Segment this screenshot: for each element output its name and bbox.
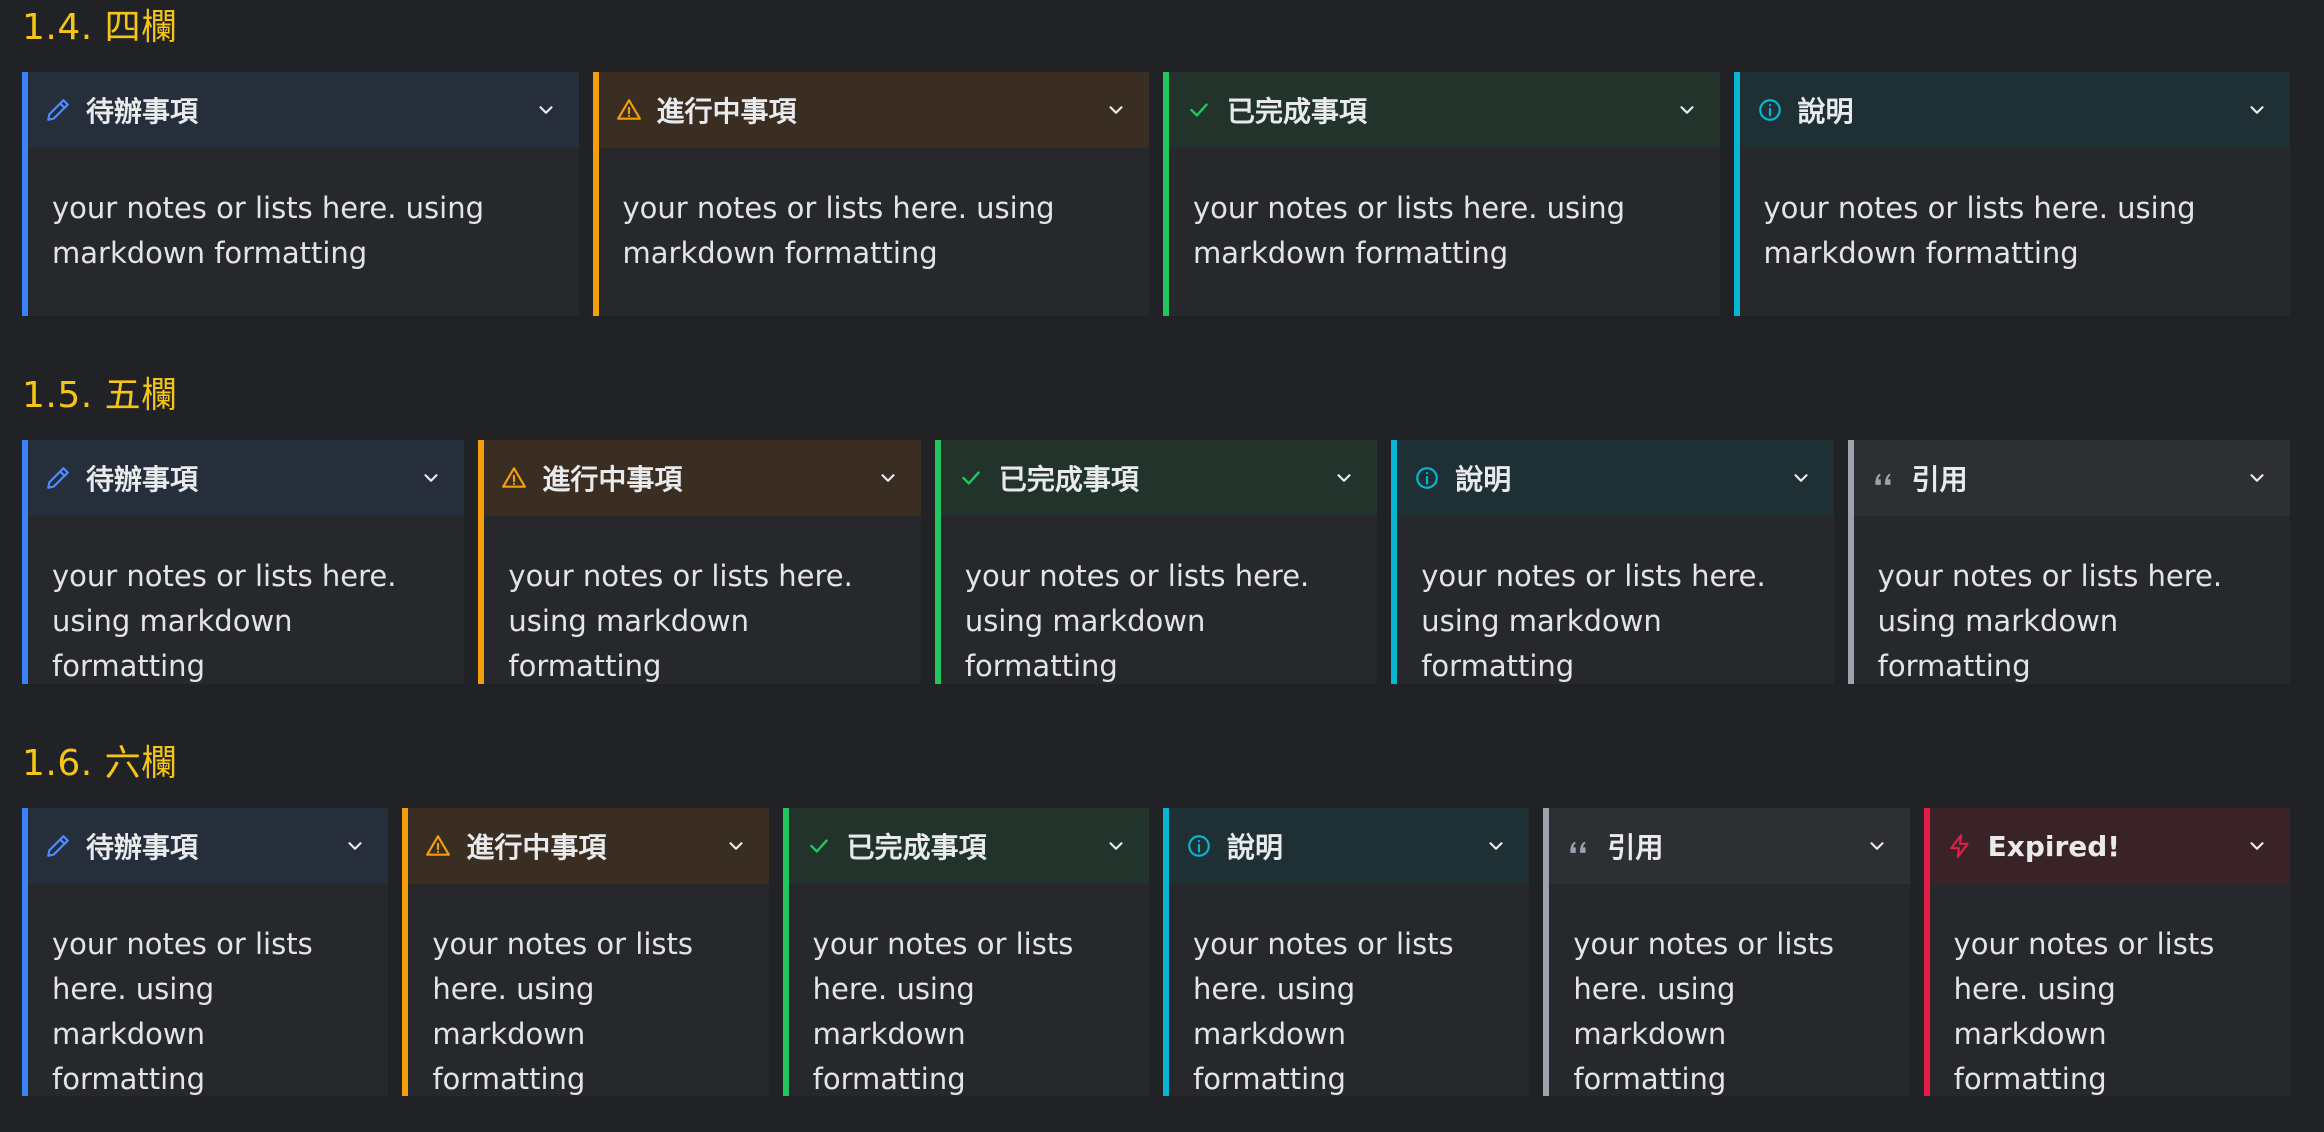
- callout-title: 引用: [1911, 463, 1968, 496]
- callout-title: 進行中事項: [542, 463, 683, 496]
- callout-header[interactable]: Expired!: [1929, 808, 2290, 884]
- chevron-down-icon[interactable]: [418, 465, 444, 491]
- callout-header[interactable]: 進行中事項: [598, 72, 1149, 148]
- warning-icon: [615, 96, 643, 124]
- callout-quote: 引用 your notes or lists here. using markd…: [1543, 808, 1910, 1096]
- info-icon: [1185, 832, 1213, 860]
- callout-body: your notes or lists here. using markdown…: [1421, 559, 1766, 683]
- callout-header[interactable]: 已完成事項: [1169, 72, 1720, 148]
- callout-body: your notes or lists here. using markdown…: [52, 927, 313, 1096]
- callout-header[interactable]: 說明: [1739, 72, 2290, 148]
- callout-header[interactable]: 引用: [1549, 808, 1910, 884]
- callout-todo: 待辦事項 your notes or lists here. using mar…: [22, 808, 389, 1096]
- callout-header[interactable]: 說明: [1168, 808, 1530, 884]
- callout-title: 引用: [1607, 831, 1664, 864]
- callout-header[interactable]: 待辦事項: [28, 72, 579, 148]
- callout-title: 已完成事項: [846, 831, 987, 864]
- chevron-down-icon[interactable]: [1103, 97, 1129, 123]
- callout-title: 說明: [1797, 95, 1854, 128]
- callout-body: your notes or lists here. using markdown…: [508, 559, 853, 683]
- callout-grid: 待辦事項 your notes or lists here. using mar…: [22, 72, 2290, 316]
- section-heading: 1.4. 四欄: [22, 7, 178, 48]
- callout-body: your notes or lists here. using markdown…: [52, 191, 485, 270]
- callout-header[interactable]: 待辦事項: [28, 440, 465, 516]
- callout-title: 待辦事項: [86, 95, 199, 128]
- callout-header[interactable]: 進行中事項: [484, 440, 921, 516]
- callout-title: 說明: [1455, 463, 1512, 496]
- callout-body: your notes or lists here. using markdown…: [1192, 927, 1454, 1096]
- callout-body: your notes or lists here. using markdown…: [1573, 927, 1834, 1096]
- chevron-down-icon[interactable]: [1674, 97, 1700, 123]
- callout-in-progress: 進行中事項 your notes or lists here. using ma…: [402, 808, 769, 1096]
- callout-done: 已完成事項 your notes or lists here. using ma…: [782, 808, 1149, 1096]
- callout-title: 進行中事項: [466, 831, 607, 864]
- callout-header[interactable]: 已完成事項: [940, 440, 1378, 516]
- callout-body: your notes or lists here. using markdown…: [52, 559, 397, 683]
- info-icon: [1756, 96, 1784, 124]
- quote-icon: [1870, 464, 1898, 492]
- callout-body: your notes or lists here. using markdown…: [812, 927, 1074, 1096]
- callout-in-progress: 進行中事項 your notes or lists here. using ma…: [478, 440, 921, 684]
- callout-info: 說明 your notes or lists here. using markd…: [1391, 440, 1834, 684]
- chevron-down-icon[interactable]: [1483, 833, 1509, 859]
- chevron-down-icon[interactable]: [723, 833, 749, 859]
- callout-done: 已完成事項 your notes or lists here. using ma…: [934, 440, 1378, 684]
- check-icon: [957, 464, 985, 492]
- check-icon: [1185, 96, 1213, 124]
- callout-title: 進行中事項: [656, 95, 797, 128]
- callout-body: your notes or lists here. using markdown…: [964, 559, 1310, 683]
- callout-body: your notes or lists here. using markdown…: [1763, 191, 2196, 270]
- section-six-columns: 1.6. 六欄 待辦事項 your notes or lists here. u…: [22, 744, 2290, 1096]
- callout-header[interactable]: 說明: [1397, 440, 1834, 516]
- check-icon: [805, 832, 833, 860]
- callout-info: 說明 your notes or lists here. using markd…: [1162, 808, 1530, 1096]
- chevron-down-icon[interactable]: [2244, 97, 2270, 123]
- callout-body: your notes or lists here. using markdown…: [1193, 191, 1626, 270]
- callout-title: 說明: [1226, 831, 1283, 864]
- callout-expired: Expired! your notes or lists here. using…: [1923, 808, 2290, 1096]
- section-four-columns: 1.4. 四欄 待辦事項 your notes or lists here. u…: [22, 8, 2290, 316]
- pencil-icon: [44, 832, 72, 860]
- section-heading: 1.5. 五欄: [22, 375, 178, 416]
- chevron-down-icon[interactable]: [1788, 465, 1814, 491]
- callout-title: 已完成事項: [998, 463, 1139, 496]
- chevron-down-icon[interactable]: [342, 833, 368, 859]
- callout-title: 待辦事項: [86, 463, 199, 496]
- chevron-down-icon[interactable]: [875, 465, 901, 491]
- section-heading: 1.6. 六欄: [22, 743, 178, 784]
- pencil-icon: [44, 464, 72, 492]
- chevron-down-icon[interactable]: [533, 97, 559, 123]
- callout-body: your notes or lists here. using markdown…: [1953, 927, 2215, 1096]
- chevron-down-icon[interactable]: [1864, 833, 1890, 859]
- callout-header[interactable]: 已完成事項: [788, 808, 1149, 884]
- chevron-down-icon[interactable]: [2244, 465, 2270, 491]
- bolt-icon: [1946, 832, 1974, 860]
- callout-todo: 待辦事項 your notes or lists here. using mar…: [22, 440, 465, 684]
- chevron-down-icon[interactable]: [2244, 833, 2270, 859]
- callout-done: 已完成事項 your notes or lists here. using ma…: [1163, 72, 1720, 316]
- chevron-down-icon[interactable]: [1331, 465, 1357, 491]
- callout-body: your notes or lists here. using markdown…: [1877, 559, 2223, 683]
- warning-icon: [500, 464, 528, 492]
- callout-info: 說明 your notes or lists here. using markd…: [1733, 72, 2290, 316]
- chevron-down-icon[interactable]: [1103, 833, 1129, 859]
- callout-grid: 待辦事項 your notes or lists here. using mar…: [22, 808, 2290, 1096]
- section-five-columns: 1.5. 五欄 待辦事項 your notes or lists here. u…: [22, 375, 2291, 684]
- callout-body: your notes or lists here. using markdown…: [432, 927, 694, 1096]
- callout-todo: 待辦事項 your notes or lists here. using mar…: [22, 72, 579, 316]
- callout-title: 已完成事項: [1227, 95, 1368, 128]
- callout-quote: 引用 your notes or lists here. using markd…: [1847, 440, 2291, 684]
- pencil-icon: [44, 96, 72, 124]
- callout-header[interactable]: 待辦事項: [28, 808, 389, 884]
- info-icon: [1413, 464, 1441, 492]
- callout-in-progress: 進行中事項 your notes or lists here. using ma…: [592, 72, 1149, 316]
- callout-header[interactable]: 進行中事項: [408, 808, 769, 884]
- callout-title: 待辦事項: [86, 831, 199, 864]
- callout-body: your notes or lists here. using markdown…: [622, 191, 1055, 270]
- callout-title: Expired!: [1987, 829, 2121, 863]
- callout-header[interactable]: 引用: [1853, 440, 2291, 516]
- quote-icon: [1565, 832, 1593, 860]
- warning-icon: [424, 832, 452, 860]
- callout-grid: 待辦事項 your notes or lists here. using mar…: [22, 440, 2291, 684]
